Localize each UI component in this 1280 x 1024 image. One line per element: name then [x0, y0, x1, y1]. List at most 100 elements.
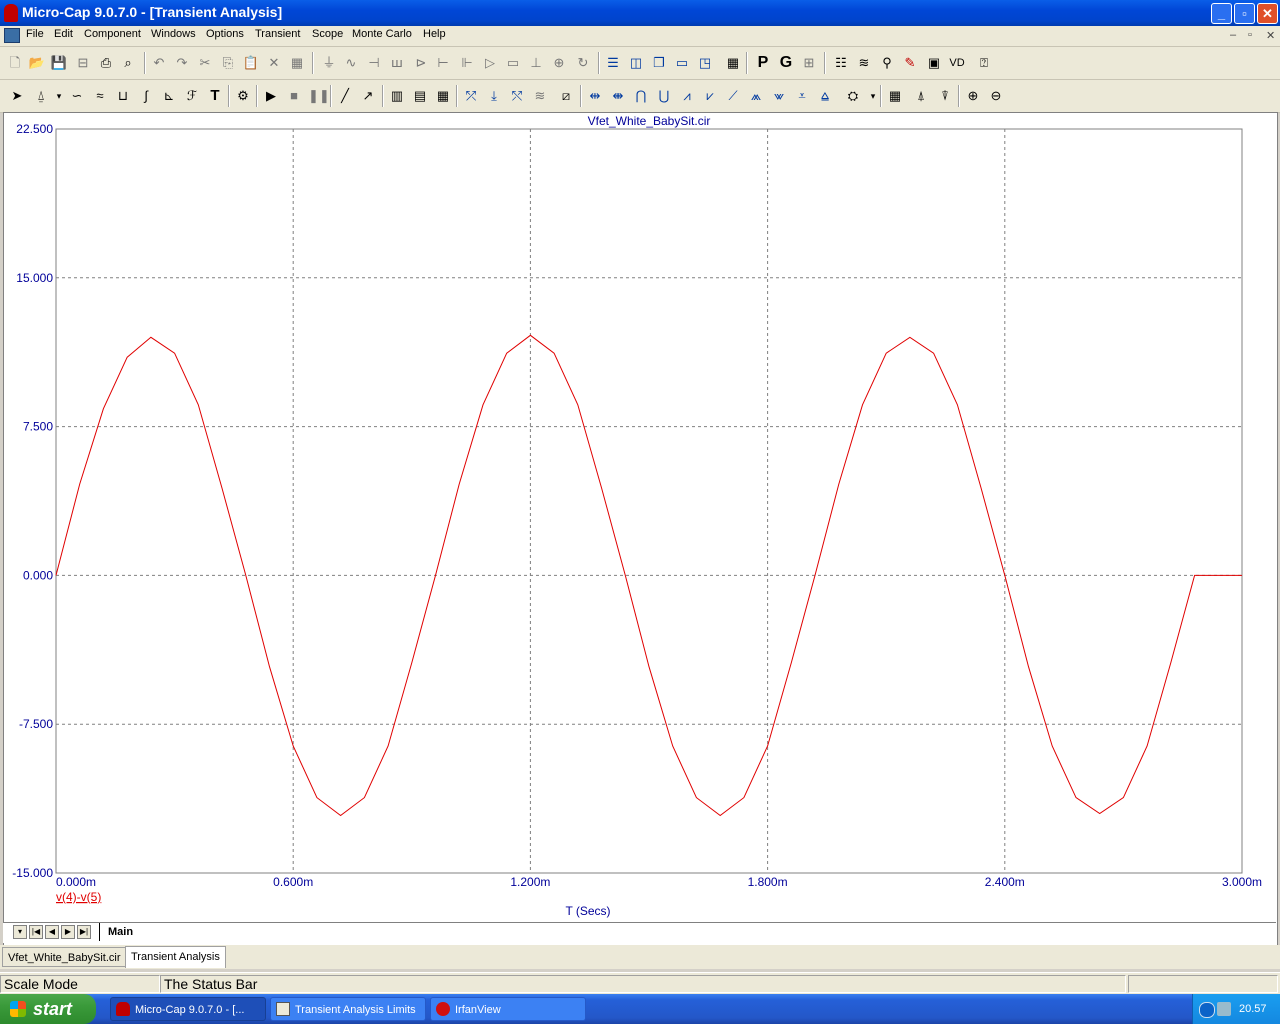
- left-cursor-icon[interactable]: ⇹: [586, 87, 604, 105]
- data-points-icon[interactable]: ⛭: [844, 87, 862, 105]
- full-grid-icon[interactable]: ▦: [434, 87, 452, 105]
- network-icon[interactable]: [1217, 1002, 1231, 1016]
- menu-edit[interactable]: Edit: [54, 28, 73, 40]
- npn-component-icon[interactable]: ⊩: [458, 54, 476, 72]
- print-preview-icon[interactable]: ⌕: [119, 54, 137, 72]
- cursor-settings-icon[interactable]: ⍋: [912, 87, 930, 105]
- tab-transient-analysis[interactable]: Transient Analysis: [125, 946, 226, 968]
- menu-monte-carlo[interactable]: Monte Carlo: [352, 28, 412, 40]
- tray-expand-icon[interactable]: [1199, 1002, 1215, 1018]
- g-key-icon[interactable]: G: [777, 54, 795, 72]
- component-dropdown-icon[interactable]: ▾: [50, 87, 68, 105]
- tile-horizontal-icon[interactable]: ☰: [604, 54, 622, 72]
- menu-component[interactable]: Component: [84, 28, 141, 40]
- mdi-close-button[interactable]: ✕: [1266, 29, 1275, 42]
- next-page-icon[interactable]: ▶: [61, 925, 75, 939]
- zoom-in-icon[interactable]: ⊕: [964, 87, 982, 105]
- tab-main[interactable]: Main: [99, 923, 141, 941]
- source-component-icon[interactable]: ⊕: [550, 54, 568, 72]
- split-window-icon[interactable]: ◳: [696, 54, 714, 72]
- right-cursor-icon[interactable]: ⇼: [609, 87, 627, 105]
- minimize-button[interactable]: _: [1211, 3, 1232, 24]
- point-tag-icon[interactable]: ∫: [137, 87, 155, 105]
- p-key-icon[interactable]: P: [754, 54, 772, 72]
- menu-windows[interactable]: Windows: [151, 28, 196, 40]
- cut-icon[interactable]: ✂: [196, 54, 214, 72]
- window-icon[interactable]: ▭: [673, 54, 691, 72]
- high-icon[interactable]: ⩘: [678, 87, 696, 105]
- transient-plot[interactable]: 0.000m 0.600m 1.200m 1.800m 2.400m 3.000m 22.5…: [4, 113, 1277, 921]
- save-all-icon[interactable]: ⊟: [74, 54, 92, 72]
- properties-icon[interactable]: ⚙: [234, 87, 252, 105]
- menu-transient[interactable]: Transient: [255, 28, 300, 40]
- tab-schematic[interactable]: Vfet_White_BabySit.cir: [2, 947, 127, 967]
- vd-icon[interactable]: VD: [948, 54, 966, 72]
- valley-icon[interactable]: ⋃: [655, 87, 673, 105]
- tile-vertical-icon[interactable]: ◫: [627, 54, 645, 72]
- bottom-icon[interactable]: ⩠: [816, 87, 834, 105]
- bezier-mode-icon[interactable]: ≈: [91, 87, 109, 105]
- pen-icon[interactable]: ✎: [901, 54, 919, 72]
- paste-icon[interactable]: 📋: [242, 54, 260, 72]
- numeric-output-icon[interactable]: ▦: [886, 87, 904, 105]
- inflection-cursor-icon[interactable]: ⟋: [724, 87, 742, 105]
- undo-icon[interactable]: ↶: [150, 54, 168, 72]
- mdi-restore-button[interactable]: ▫: [1248, 29, 1252, 41]
- run-icon[interactable]: ▶: [262, 87, 280, 105]
- plot-properties-icon[interactable]: ▣: [925, 54, 943, 72]
- zoom-out-icon[interactable]: ⊖: [987, 87, 1005, 105]
- component-mode-icon[interactable]: ⍙: [32, 87, 50, 105]
- menu-options[interactable]: Options: [206, 28, 244, 40]
- menu-file[interactable]: File: [26, 28, 44, 40]
- opamp-component-icon[interactable]: ▷: [481, 54, 499, 72]
- valley-cursor-icon[interactable]: ⤓: [485, 87, 503, 105]
- macro-component-icon[interactable]: ▭: [504, 54, 522, 72]
- peak-icon[interactable]: ⋂: [632, 87, 650, 105]
- first-page-icon[interactable]: |◀: [29, 925, 43, 939]
- menu-help[interactable]: Help: [423, 28, 446, 40]
- top-icon[interactable]: ⩡: [793, 87, 811, 105]
- plot-window[interactable]: 0.000m 0.600m 1.200m 1.800m 2.400m 3.000m 22.5…: [3, 112, 1278, 946]
- select-mode-icon[interactable]: ➤: [8, 87, 26, 105]
- capacitor-component-icon[interactable]: ⊣: [365, 54, 383, 72]
- microcap-app-icon[interactable]: [4, 4, 18, 22]
- waveform-icon[interactable]: ≋: [855, 54, 873, 72]
- start-button[interactable]: start: [0, 994, 96, 1024]
- copy-icon[interactable]: ⎘: [219, 54, 237, 72]
- grid-text-icon[interactable]: ⊞: [800, 54, 818, 72]
- arrow-tool-icon[interactable]: ↗: [359, 87, 377, 105]
- global-high-icon[interactable]: ⩕: [747, 87, 765, 105]
- global-low-icon[interactable]: ⩖: [770, 87, 788, 105]
- last-page-icon[interactable]: ▶|: [77, 925, 91, 939]
- scale-icon[interactable]: ⧄: [557, 87, 575, 105]
- jfet-component-icon[interactable]: ⊥: [527, 54, 545, 72]
- task-irfanview[interactable]: IrfanView: [430, 997, 586, 1021]
- tag-settings-icon[interactable]: ⍒: [936, 87, 954, 105]
- select-all-icon[interactable]: ▦: [288, 54, 306, 72]
- task-microcap[interactable]: Micro-Cap 9.0.7.0 - [...: [110, 997, 266, 1021]
- flip-icon[interactable]: ↻: [574, 54, 592, 72]
- print-icon[interactable]: ⎙: [97, 54, 115, 72]
- peak-cursor-icon[interactable]: ⤱: [462, 87, 480, 105]
- box-mode-icon[interactable]: ⊔: [114, 87, 132, 105]
- new-file-icon[interactable]: 🗋: [6, 54, 24, 72]
- pause-icon[interactable]: ❚❚: [308, 87, 330, 105]
- low-icon[interactable]: ⩗: [701, 87, 719, 105]
- restore-button[interactable]: ▫: [1234, 3, 1255, 24]
- menu-scope[interactable]: Scope: [312, 28, 343, 40]
- inflection-icon[interactable]: ≋: [531, 87, 549, 105]
- slope-cursor-icon[interactable]: ⤲: [508, 87, 526, 105]
- save-icon[interactable]: 💾: [50, 54, 68, 72]
- task-transient-limits[interactable]: Transient Analysis Limits: [270, 997, 426, 1021]
- close-button[interactable]: ✕: [1257, 3, 1278, 24]
- wire-mode-icon[interactable]: ∽: [68, 87, 86, 105]
- redo-icon[interactable]: ↷: [173, 54, 191, 72]
- stop-icon[interactable]: ■: [285, 87, 303, 105]
- ground-component-icon[interactable]: ⏚: [320, 54, 338, 72]
- info-icon[interactable]: ⍰: [975, 54, 993, 72]
- resistor-component-icon[interactable]: ∿: [342, 54, 360, 72]
- horizontal-grid-icon[interactable]: ▤: [411, 87, 429, 105]
- inductor-component-icon[interactable]: ꟺ: [388, 54, 406, 72]
- open-file-icon[interactable]: 📂: [28, 54, 46, 72]
- performance-tag-icon[interactable]: ℱ: [183, 87, 201, 105]
